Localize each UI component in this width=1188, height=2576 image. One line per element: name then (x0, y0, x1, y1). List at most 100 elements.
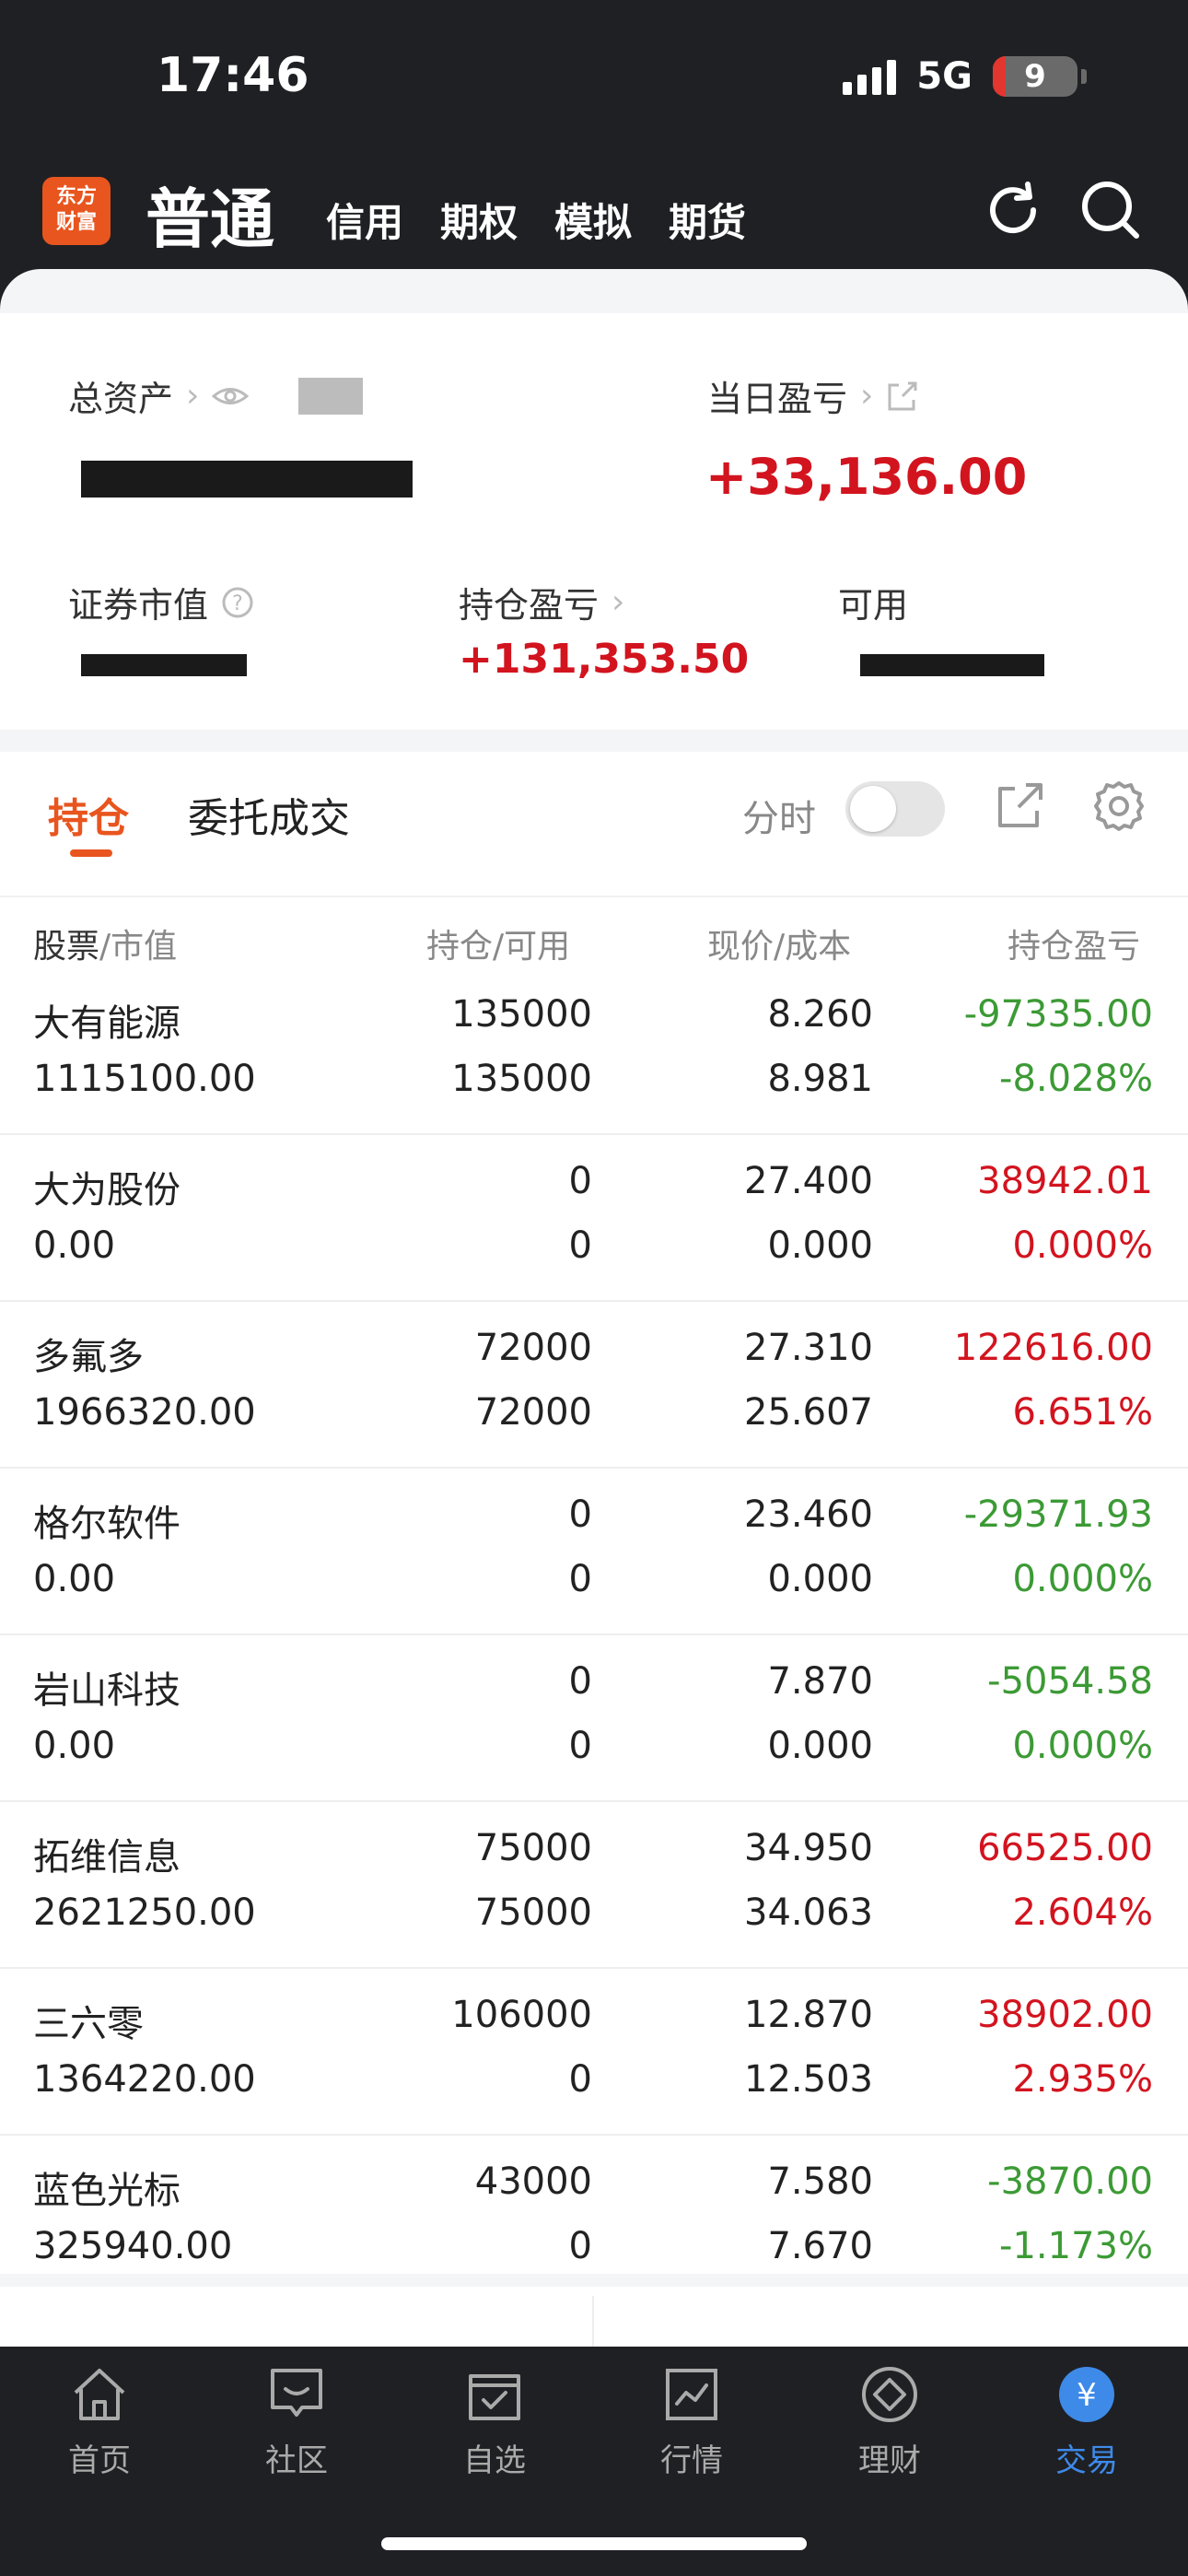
table-row[interactable]: 拓维信息 2621250.00 75000 75000 34.950 34.06… (0, 1803, 1188, 1969)
battery-icon: 9 (993, 56, 1077, 97)
stock-pl-pct: -8.028% (999, 1058, 1153, 1100)
daily-pl-link[interactable]: 当日盈亏 › (707, 370, 919, 421)
stock-name: 大有能源 (33, 1002, 181, 1045)
stock-available: 0 (568, 2058, 592, 2101)
tab-normal[interactable]: 普通 (146, 168, 274, 261)
nav-wealth[interactable]: 理财 (825, 2363, 954, 2480)
stock-market-value: 0.00 (33, 1725, 116, 1767)
share-icon[interactable] (993, 778, 1048, 833)
nav-home[interactable]: 首页 (35, 2363, 164, 2480)
stock-price: 7.870 (767, 1660, 873, 1703)
stock-pl-pct: -1.173% (999, 2225, 1153, 2267)
tab-credit[interactable]: 信用 (326, 192, 403, 248)
col-position-available: 持仓/可用 (426, 928, 571, 966)
table-row[interactable]: 多氟多 1966320.00 72000 72000 27.310 25.607… (0, 1303, 1188, 1469)
status-time: 17:46 (157, 48, 309, 103)
external-link-icon[interactable] (886, 380, 919, 413)
watchlist-icon (469, 2374, 520, 2420)
nav-community[interactable]: 社区 (232, 2363, 361, 2480)
fenshi-toggle[interactable] (845, 781, 945, 837)
daily-pl-label: 当日盈亏 (707, 379, 848, 419)
positions-panel: 持仓 委托成交 分时 股票/市值 持仓/可用 现价/成本 持仓盈亏 大有能源 1… (0, 752, 1188, 2302)
position-pl-label: 持仓盈亏 (459, 585, 600, 626)
tab-options[interactable]: 期权 (440, 192, 518, 248)
stock-cost: 8.981 (767, 1058, 873, 1100)
stock-cost: 0.000 (767, 1725, 873, 1767)
stock-price: 8.260 (767, 993, 873, 1036)
stock-market-value: 1364220.00 (33, 2058, 256, 2101)
position-pl-link[interactable]: 持仓盈亏 › (459, 577, 624, 627)
status-bar: 17:46 5G 9 (0, 0, 1188, 157)
stock-pl-pct: 6.651% (1012, 1391, 1153, 1434)
stock-cost: 0.000 (767, 1558, 873, 1600)
home-indicator[interactable] (381, 2537, 807, 2550)
stock-available: 0 (568, 1558, 592, 1600)
refresh-icon[interactable] (978, 175, 1048, 245)
total-assets-link[interactable]: 总资产 › (68, 370, 250, 421)
tab-holdings[interactable]: 持仓 (48, 785, 129, 844)
stock-position: 0 (568, 1660, 592, 1703)
stock-pl-pct: 0.000% (1012, 1725, 1153, 1767)
stock-name: 蓝色光标 (33, 2170, 181, 2212)
svg-text:?: ? (232, 592, 243, 615)
stock-available: 75000 (474, 1891, 592, 1934)
table-row[interactable]: 蓝色光标 325940.00 43000 0 7.580 7.670 -3870… (0, 2137, 1188, 2302)
tab-simulated[interactable]: 模拟 (554, 192, 632, 248)
col-price-cost: 现价/成本 (707, 928, 852, 966)
status-indicators: 5G 9 (843, 55, 1087, 98)
stock-pl: 38902.00 (977, 1994, 1153, 2036)
stock-market-value: 325940.00 (33, 2225, 233, 2267)
logo-line2: 财富 (55, 211, 97, 234)
stock-market-value: 0.00 (33, 1558, 116, 1600)
stock-price: 27.400 (744, 1160, 873, 1202)
stock-market-value: 0.00 (33, 1224, 116, 1267)
help-icon[interactable]: ? (221, 586, 254, 619)
active-tab-indicator (70, 849, 112, 857)
stock-pl-pct: 0.000% (1012, 1558, 1153, 1600)
stock-available: 0 (568, 1725, 592, 1767)
chevron-right-icon: › (611, 583, 625, 621)
stock-pl: 66525.00 (977, 1827, 1153, 1869)
stock-cost: 25.607 (744, 1391, 873, 1434)
signal-icon (843, 58, 897, 95)
logo-line1: 东方 (55, 185, 97, 208)
eye-icon[interactable] (212, 382, 250, 410)
table-row[interactable]: 三六零 1364220.00 106000 0 12.870 12.503 38… (0, 1970, 1188, 2136)
market-value-link[interactable]: 证券市值 ? (68, 577, 254, 627)
stock-position: 106000 (451, 1994, 592, 2036)
masked-market-value (81, 654, 247, 676)
stock-available: 72000 (474, 1391, 592, 1434)
gear-icon[interactable] (1090, 778, 1147, 835)
stock-price: 7.580 (767, 2160, 873, 2203)
stock-pl: 38942.01 (977, 1160, 1153, 1202)
home-icon (74, 2369, 125, 2420)
nav-community-label: 社区 (265, 2442, 328, 2479)
nav-trade[interactable]: ¥ 交易 (1022, 2363, 1151, 2480)
table-row[interactable]: 大为股份 0.00 0 0 27.400 0.000 38942.01 0.00… (0, 1136, 1188, 1302)
available-link[interactable]: 可用 (838, 577, 908, 627)
stock-market-value: 1115100.00 (33, 1058, 256, 1100)
network-label: 5G (916, 55, 973, 98)
stock-available: 0 (568, 1224, 592, 1267)
table-row[interactable]: 大有能源 1115100.00 135000 135000 8.260 8.98… (0, 969, 1188, 1135)
tab-futures[interactable]: 期货 (669, 192, 746, 248)
nav-market-label: 行情 (660, 2442, 723, 2479)
search-icon[interactable] (1076, 175, 1146, 245)
total-assets-label: 总资产 (68, 379, 174, 419)
table-row[interactable]: 岩山科技 0.00 0 0 7.870 0.000 -5054.58 0.000… (0, 1636, 1188, 1802)
stock-position: 43000 (474, 2160, 592, 2203)
nav-watchlist[interactable]: 自选 (430, 2363, 559, 2480)
stock-market-value: 1966320.00 (33, 1391, 256, 1434)
tab-orders-trades[interactable]: 委托成交 (188, 785, 350, 844)
stock-market-value: 2621250.00 (33, 1891, 256, 1934)
stock-position: 72000 (474, 1327, 592, 1369)
bottom-strip (0, 2287, 1188, 2347)
stock-price: 23.460 (744, 1493, 873, 1536)
table-row[interactable]: 格尔软件 0.00 0 0 23.460 0.000 -29371.93 0.0… (0, 1469, 1188, 1635)
market-icon (666, 2369, 717, 2420)
stock-name: 多氟多 (33, 1336, 144, 1378)
position-pl-value: +131,353.50 (459, 636, 750, 683)
nav-market[interactable]: 行情 (627, 2363, 756, 2480)
stock-pl: 122616.00 (953, 1327, 1153, 1369)
trade-icon: ¥ (1059, 2367, 1114, 2422)
